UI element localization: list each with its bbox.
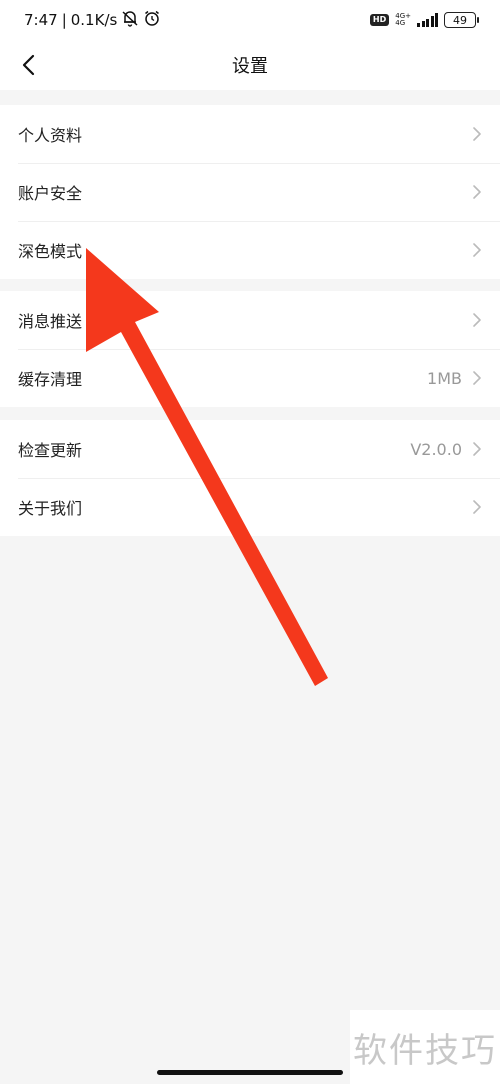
row-label: 缓存清理 (18, 370, 83, 389)
status-divider: | (61, 11, 67, 29)
network-type: 4G+ 4G (395, 13, 411, 27)
row-label: 消息推送 (18, 312, 83, 331)
battery-level: 49 (453, 13, 467, 27)
chevron-right-icon (472, 312, 482, 328)
watermark: 软件技巧 (350, 1010, 500, 1084)
row-label: 关于我们 (18, 499, 83, 518)
back-button[interactable] (12, 48, 46, 82)
chevron-right-icon (472, 370, 482, 386)
battery-icon: 49 (444, 12, 479, 28)
status-time: 7:47 (24, 11, 58, 29)
chevron-right-icon (472, 242, 482, 258)
row-label: 个人资料 (18, 126, 83, 145)
chevron-right-icon (472, 184, 482, 200)
hd-badge: HD (369, 14, 390, 26)
settings-row-push-notifications[interactable]: 消息推送 (0, 291, 500, 349)
row-label: 账户安全 (18, 184, 83, 203)
settings-section-app: 消息推送 缓存清理 1MB (0, 291, 500, 407)
status-right: HD 4G+ 4G 49 (369, 12, 479, 28)
home-indicator (157, 1070, 343, 1075)
settings-section-about: 检查更新 V2.0.0 关于我们 (0, 420, 500, 536)
settings-row-check-update[interactable]: 检查更新 V2.0.0 (0, 420, 500, 478)
settings-row-account-security[interactable]: 账户安全 (0, 163, 500, 221)
chevron-right-icon (472, 441, 482, 457)
settings-section-account: 个人资料 账户安全 深色模式 (0, 105, 500, 279)
version-value: V2.0.0 (410, 439, 462, 459)
status-bar: 7:47 | 0.1K/s HD 4G+ 4G 49 (0, 0, 500, 40)
nav-bar: 设置 (0, 40, 500, 90)
settings-row-dark-mode[interactable]: 深色模式 (0, 221, 500, 279)
page-title: 设置 (232, 56, 268, 77)
row-label: 检查更新 (18, 441, 83, 460)
chevron-left-icon (22, 54, 35, 76)
settings-row-profile[interactable]: 个人资料 (0, 105, 500, 163)
status-net-speed: 0.1K/s (70, 11, 118, 29)
mute-icon (121, 9, 139, 31)
row-label: 深色模式 (18, 242, 83, 261)
settings-row-clear-cache[interactable]: 缓存清理 1MB (0, 349, 500, 407)
cache-size-value: 1MB (427, 368, 462, 388)
chevron-right-icon (472, 499, 482, 515)
status-left: 7:47 | 0.1K/s (24, 9, 161, 31)
settings-row-about-us[interactable]: 关于我们 (0, 478, 500, 536)
signal-icon (417, 13, 438, 27)
alarm-icon (143, 9, 161, 31)
chevron-right-icon (472, 126, 482, 142)
network-type-sub: 4G (395, 19, 406, 27)
